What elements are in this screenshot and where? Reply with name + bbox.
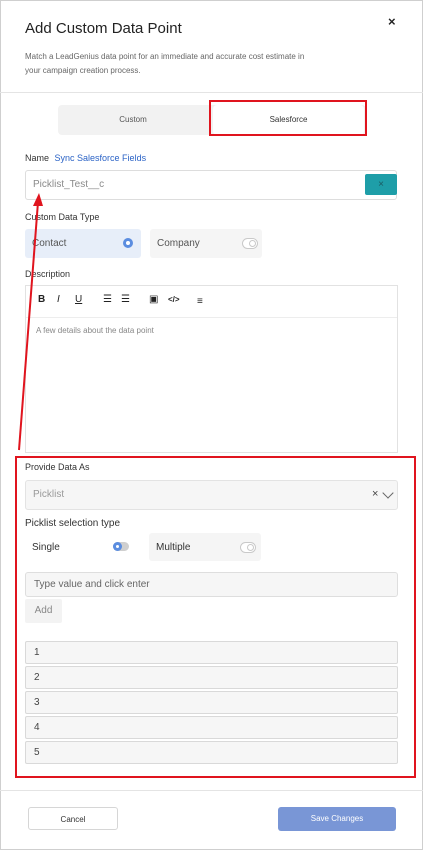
annotation-arrow-line (18, 201, 39, 451)
annotation-arrow (18, 193, 43, 451)
footer-divider (0, 790, 423, 791)
annotation-arrow-head (33, 193, 43, 206)
cancel-button[interactable]: Cancel (28, 807, 118, 830)
save-changes-button[interactable]: Save Changes (278, 807, 396, 831)
